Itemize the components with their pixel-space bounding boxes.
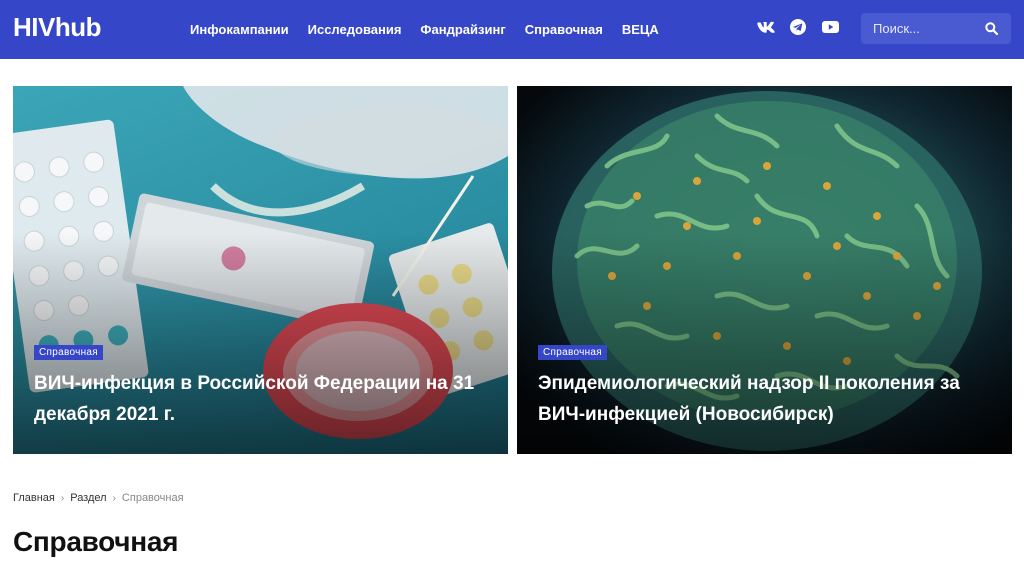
breadcrumb: Главная › Раздел › Справочная (13, 492, 184, 504)
youtube-icon[interactable] (820, 17, 840, 37)
social-links (756, 17, 852, 37)
category-badge[interactable]: Справочная (538, 345, 608, 360)
nav-item-fundraising[interactable]: Фандрайзинг (420, 22, 505, 37)
site-header: HIVhub Инфокампании Исследования Фандрай… (0, 0, 1024, 59)
card-title[interactable]: ВИЧ-инфекция в Российской Федерации на 3… (34, 368, 489, 430)
chevron-right-icon: › (60, 492, 65, 504)
category-badge[interactable]: Справочная (34, 345, 104, 360)
card-title[interactable]: Эпидемиологический надзор II поколения з… (538, 368, 993, 430)
vk-icon[interactable] (756, 17, 776, 37)
search-icon[interactable] (979, 17, 1003, 41)
breadcrumb-current: Справочная (121, 492, 184, 504)
nav-item-research[interactable]: Исследования (308, 22, 402, 37)
nav-item-reference[interactable]: Справочная (525, 22, 603, 37)
nav-item-infocampaigns[interactable]: Инфокампании (190, 22, 289, 37)
chevron-right-icon: › (112, 492, 116, 504)
article-card-hiv-russia[interactable]: Справочная ВИЧ-инфекция в Российской Фед… (13, 86, 508, 454)
breadcrumb-home[interactable]: Главная (13, 492, 55, 504)
page-title: Справочная (13, 526, 179, 557)
article-card-epi-surveillance[interactable]: Справочная Эпидемиологический надзор II … (517, 86, 1012, 454)
telegram-icon[interactable] (788, 17, 808, 37)
search-input[interactable] (861, 21, 979, 36)
main-nav: Инфокампании Исследования Фандрайзинг Сп… (190, 0, 678, 59)
nav-item-veca[interactable]: ВЕЦА (622, 22, 659, 37)
site-logo[interactable]: HIVhub (13, 12, 102, 43)
breadcrumb-section[interactable]: Раздел (70, 492, 106, 504)
search-box (861, 13, 1011, 44)
